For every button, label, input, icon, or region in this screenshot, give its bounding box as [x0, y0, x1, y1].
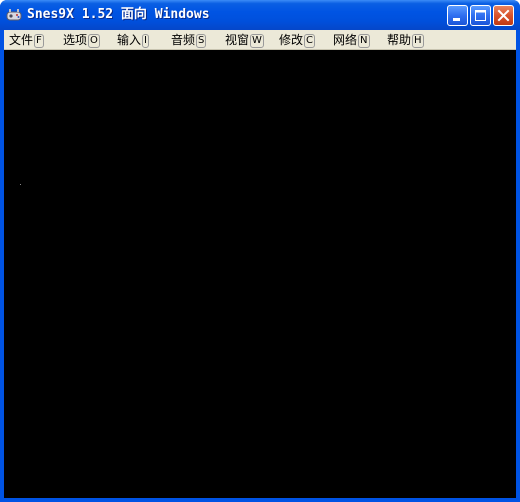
menu-netplay[interactable]: 网络 N — [333, 30, 370, 50]
menu-window[interactable]: 视窗 W — [225, 30, 264, 50]
menu-file-accelerator: F — [34, 34, 44, 48]
menu-input[interactable]: 输入 I — [117, 30, 149, 50]
menu-help[interactable]: 帮助 H — [387, 30, 424, 50]
menu-help-accelerator: H — [412, 34, 424, 48]
menu-netplay-label: 网络 — [333, 33, 358, 47]
menu-file[interactable]: 文件 F — [9, 30, 44, 50]
title-bar[interactable]: Snes9X 1.52 面向 Windows — [0, 0, 520, 30]
menu-input-accelerator: I — [142, 34, 149, 48]
close-button[interactable] — [493, 5, 514, 26]
maximize-icon — [475, 10, 486, 21]
snes9x-app-icon[interactable] — [6, 7, 22, 23]
menu-audio-accelerator: S — [196, 34, 207, 48]
window-title: Snes9X 1.52 面向 Windows — [27, 7, 210, 22]
minimize-button[interactable] — [447, 5, 468, 26]
menu-help-label: 帮助 — [387, 33, 412, 47]
menu-audio-label: 音频 — [171, 33, 196, 47]
menu-bar: 文件 F 选项 O 输入 I 音频 S 视窗 W 修改 C 网络 N 帮助 H — [4, 30, 516, 50]
menu-cheat-accelerator: C — [304, 34, 315, 48]
menu-options-accelerator: O — [88, 34, 100, 48]
menu-netplay-accelerator: N — [358, 34, 370, 48]
snes9x-window: Snes9X 1.52 面向 Windows 文件 F 选项 O 输入 I 音频 S 视… — [0, 0, 520, 502]
display-artifact — [20, 184, 21, 185]
menu-cheat[interactable]: 修改 C — [279, 30, 315, 50]
menu-options-label: 选项 — [63, 33, 88, 47]
emulator-display[interactable] — [4, 50, 516, 498]
menu-input-label: 输入 — [117, 33, 142, 47]
menu-audio[interactable]: 音频 S — [171, 30, 207, 50]
menu-window-label: 视窗 — [225, 33, 250, 47]
menu-cheat-label: 修改 — [279, 33, 304, 47]
close-icon — [497, 9, 510, 22]
maximize-button[interactable] — [470, 5, 491, 26]
menu-options[interactable]: 选项 O — [63, 30, 100, 50]
menu-window-accelerator: W — [250, 34, 264, 48]
minimize-icon — [453, 18, 460, 21]
menu-file-label: 文件 — [9, 33, 34, 47]
